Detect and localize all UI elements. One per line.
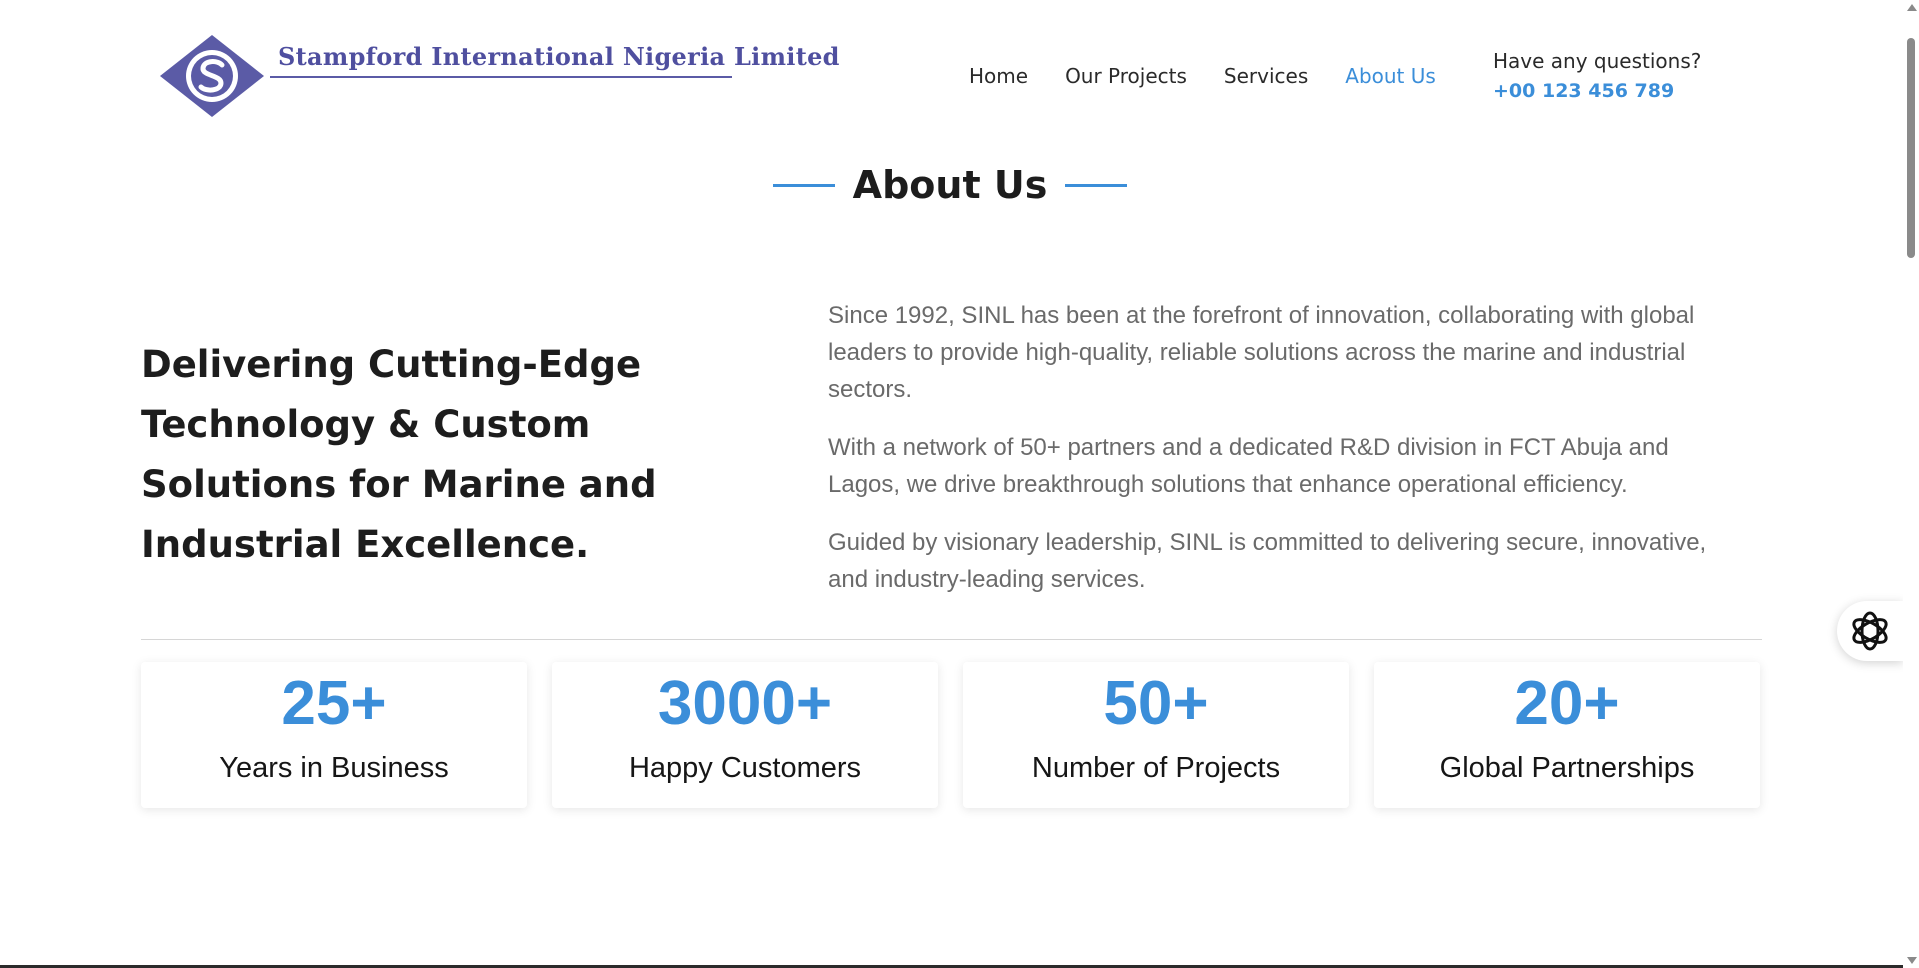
stat-card-projects: 50+ Number of Projects	[963, 662, 1349, 808]
chat-assistant-button[interactable]	[1837, 601, 1903, 661]
stat-label: Number of Projects	[1031, 752, 1281, 784]
stat-value: 25+	[281, 669, 387, 738]
logo-wordmark: Stampford International Nigeria Limited	[278, 42, 840, 71]
title-rule-left	[772, 183, 835, 187]
about-lead-heading: Delivering Cutting-Edge Technology & Cus…	[141, 343, 657, 566]
nav-services[interactable]: Services	[1224, 64, 1308, 88]
nav-about-us[interactable]: About Us	[1345, 64, 1436, 88]
stat-label: Happy Customers	[628, 752, 862, 784]
about-paragraph: Since 1992, SINL has been at the forefro…	[828, 302, 1695, 403]
title-rule-right	[1065, 183, 1128, 187]
main-nav: Home Our Projects Services About Us	[969, 64, 1436, 88]
stat-value: 50+	[1103, 669, 1209, 738]
logo-underline	[270, 76, 732, 78]
nav-our-projects[interactable]: Our Projects	[1065, 64, 1187, 88]
scroll-down-arrow-icon[interactable]	[1907, 957, 1917, 964]
section-title-block: About Us	[0, 163, 1900, 207]
stats-row: 25+ Years in Business 3000+ Happy Custom…	[141, 662, 1762, 808]
about-paragraph: With a network of 50+ partners and a ded…	[828, 434, 1669, 498]
logo-emblem-icon	[160, 35, 264, 117]
site-header: Stampford International Nigeria Limited …	[0, 0, 1919, 120]
stat-label: Years in Business	[219, 752, 449, 784]
scroll-thumb[interactable]	[1907, 38, 1915, 258]
contact-question: Have any questions?	[1493, 49, 1702, 73]
about-paragraphs: Since 1992, SINL has been at the forefro…	[828, 297, 1743, 619]
stat-value: 20+	[1514, 669, 1620, 738]
scroll-up-arrow-icon[interactable]	[1907, 4, 1917, 11]
contact-phone-link[interactable]: +00 123 456 789	[1493, 80, 1701, 102]
about-paragraph: Guided by visionary leadership, SINL is …	[828, 529, 1707, 593]
nav-home[interactable]: Home	[969, 64, 1028, 88]
chat-assistant-icon	[1852, 611, 1888, 651]
stat-value: 3000+	[657, 669, 833, 738]
stat-card-years: 25+ Years in Business	[141, 662, 527, 808]
stat-card-customers: 3000+ Happy Customers	[552, 662, 938, 808]
stat-label: Global Partnerships	[1439, 752, 1695, 784]
section-divider	[141, 639, 1762, 640]
page-title: About Us	[852, 163, 1048, 207]
page-scrollbar[interactable]	[1903, 0, 1919, 968]
company-logo[interactable]: Stampford International Nigeria Limited	[158, 33, 839, 123]
header-contact: Have any questions? +00 123 456 789	[1493, 49, 1701, 102]
stat-card-partnerships: 20+ Global Partnerships	[1374, 662, 1760, 808]
